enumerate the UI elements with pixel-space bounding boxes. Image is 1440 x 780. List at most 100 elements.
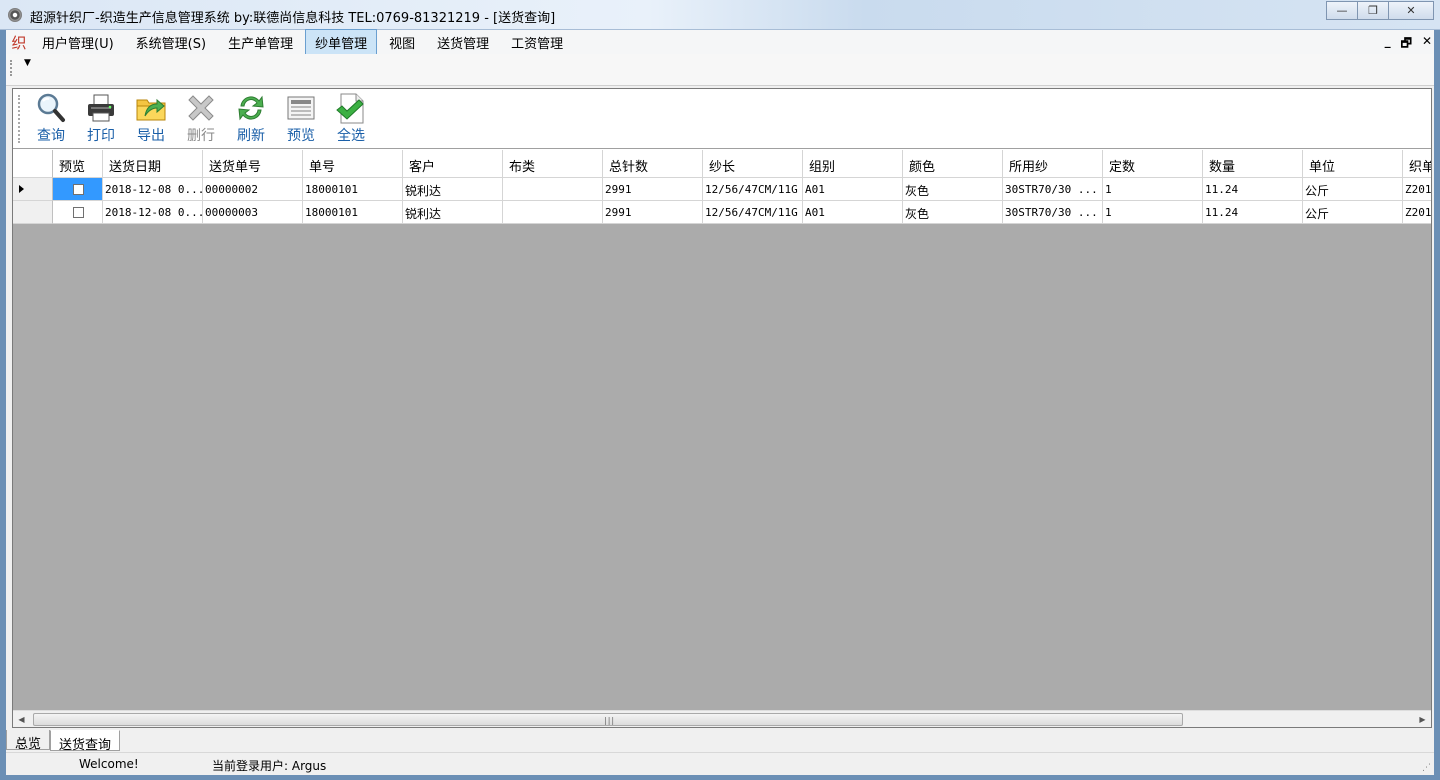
preview-checkbox-cell[interactable] bbox=[53, 201, 103, 224]
tab-overview[interactable]: 总览 bbox=[6, 730, 51, 752]
column-header[interactable]: 预览 bbox=[53, 150, 103, 178]
delivery-grid: 预览 送货日期 送货单号 单号 客户 布类 总针数 纱长 组别 颜色 所用纱 定… bbox=[13, 150, 1431, 710]
cell-quantity[interactable]: 11.24 bbox=[1203, 201, 1303, 224]
mdi-close-button[interactable]: ✕ bbox=[1422, 34, 1432, 55]
strip-grip[interactable] bbox=[10, 60, 12, 76]
column-header[interactable]: 客户 bbox=[403, 150, 503, 178]
cell-needles[interactable]: 2991 bbox=[603, 178, 703, 201]
preview-checkbox[interactable] bbox=[73, 184, 84, 195]
close-button[interactable]: ✕ bbox=[1388, 1, 1434, 20]
cell-date[interactable]: 2018-12-08 0... bbox=[103, 178, 203, 201]
cell-color[interactable]: 灰色 bbox=[903, 201, 1003, 224]
menu-production-order[interactable]: 生产单管理 bbox=[218, 29, 303, 56]
refresh-icon bbox=[235, 92, 267, 124]
column-header[interactable]: 所用纱 bbox=[1003, 150, 1103, 178]
scroll-left-arrow-icon[interactable]: ◀ bbox=[13, 711, 30, 728]
preview-label: 预览 bbox=[287, 128, 315, 144]
title-bar: 超源针织厂-织造生产信息管理系统 by:联德尚信息科技 TEL:0769-813… bbox=[0, 0, 1440, 30]
export-folder-icon bbox=[135, 92, 167, 124]
table-row[interactable]: 2018-12-08 0... 00000003 18000101 锐利达 29… bbox=[13, 201, 1431, 224]
cell-unit[interactable]: 公斤 bbox=[1303, 178, 1403, 201]
menu-yarn-order[interactable]: 纱单管理 bbox=[305, 28, 378, 56]
column-header[interactable]: 颜色 bbox=[903, 150, 1003, 178]
delete-x-icon bbox=[185, 92, 217, 124]
cell-delivery-no[interactable]: 00000003 bbox=[203, 201, 303, 224]
app-gear-icon bbox=[8, 8, 22, 22]
query-button[interactable]: 查询 bbox=[28, 92, 74, 146]
column-header[interactable]: 数量 bbox=[1203, 150, 1303, 178]
column-header[interactable]: 送货单号 bbox=[203, 150, 303, 178]
export-button[interactable]: 导出 bbox=[128, 92, 174, 146]
cell-fabric[interactable] bbox=[503, 201, 603, 224]
cell-weave-order[interactable]: Z201 bbox=[1403, 178, 1431, 201]
menu-wage-management[interactable]: 工资管理 bbox=[501, 29, 573, 56]
horizontal-scrollbar[interactable]: ◀ ||| ▶ bbox=[13, 710, 1431, 727]
cell-yarn[interactable]: 30STR70/30 ... bbox=[1003, 201, 1103, 224]
cell-customer[interactable]: 锐利达 bbox=[403, 178, 503, 201]
grid-header: 预览 送货日期 送货单号 单号 客户 布类 总针数 纱长 组别 颜色 所用纱 定… bbox=[13, 150, 1431, 178]
cell-needles[interactable]: 2991 bbox=[603, 201, 703, 224]
column-header[interactable]: 送货日期 bbox=[103, 150, 203, 178]
cell-group[interactable]: A01 bbox=[803, 201, 903, 224]
cell-delivery-no[interactable]: 00000002 bbox=[203, 178, 303, 201]
cell-date[interactable]: 2018-12-08 0... bbox=[103, 201, 203, 224]
row-header[interactable] bbox=[13, 201, 53, 224]
scrollbar-thumb[interactable]: ||| bbox=[33, 713, 1183, 726]
preview-button[interactable]: 预览 bbox=[278, 92, 324, 146]
menu-delivery-management[interactable]: 送货管理 bbox=[427, 29, 499, 56]
column-header[interactable]: 单号 bbox=[303, 150, 403, 178]
column-header[interactable]: 布类 bbox=[503, 150, 603, 178]
select-all-label: 全选 bbox=[337, 128, 365, 144]
refresh-button[interactable]: 刷新 bbox=[228, 92, 274, 146]
column-header[interactable]: 组别 bbox=[803, 150, 903, 178]
cell-unit[interactable]: 公斤 bbox=[1303, 201, 1403, 224]
menu-user-management[interactable]: 用户管理(U) bbox=[32, 29, 124, 56]
column-header[interactable]: 单位 bbox=[1303, 150, 1403, 178]
cell-order-no[interactable]: 18000101 bbox=[303, 201, 403, 224]
mdi-minimize-button[interactable]: _ bbox=[1385, 34, 1391, 55]
scroll-right-arrow-icon[interactable]: ▶ bbox=[1414, 711, 1431, 728]
cell-yarn[interactable]: 30STR70/30 ... bbox=[1003, 178, 1103, 201]
preview-checkbox-cell[interactable] bbox=[53, 178, 103, 201]
window-title: 超源针织厂-织造生产信息管理系统 by:联德尚信息科技 TEL:0769-813… bbox=[30, 11, 556, 26]
menu-system-management[interactable]: 系统管理(S) bbox=[126, 29, 216, 56]
preview-icon bbox=[285, 92, 317, 124]
cell-color[interactable]: 灰色 bbox=[903, 178, 1003, 201]
column-header[interactable]: 总针数 bbox=[603, 150, 703, 178]
column-header[interactable]: 纱长 bbox=[703, 150, 803, 178]
toolbar-grip[interactable] bbox=[18, 95, 21, 143]
resize-grip-icon[interactable]: ⋰ bbox=[1422, 763, 1431, 773]
delete-row-button[interactable]: 删行 bbox=[178, 92, 224, 146]
select-all-button[interactable]: 全选 bbox=[328, 92, 374, 146]
row-header[interactable] bbox=[13, 178, 53, 201]
table-row[interactable]: 2018-12-08 0... 00000002 18000101 锐利达 29… bbox=[13, 178, 1431, 201]
minimize-button[interactable]: — bbox=[1326, 1, 1358, 20]
mdi-restore-button[interactable]: 🗗 bbox=[1401, 34, 1412, 55]
cell-quantity[interactable]: 11.24 bbox=[1203, 178, 1303, 201]
menu-view[interactable]: 视图 bbox=[379, 29, 425, 56]
dropdown-arrow-icon[interactable]: ▼ bbox=[24, 58, 31, 68]
tab-delivery-query[interactable]: 送货查询 bbox=[50, 730, 121, 753]
toolbar: 查询 打印 导出 删行 刷新 预览 全选 bbox=[13, 89, 1431, 149]
tool-strip: ▼ bbox=[6, 54, 1434, 86]
print-button[interactable]: 打印 bbox=[78, 92, 124, 146]
cell-weave-order[interactable]: Z201 bbox=[1403, 201, 1431, 224]
cell-fixed[interactable]: 1 bbox=[1103, 201, 1203, 224]
column-header[interactable]: 织单 bbox=[1403, 150, 1431, 178]
cell-customer[interactable]: 锐利达 bbox=[403, 201, 503, 224]
cell-group[interactable]: A01 bbox=[803, 178, 903, 201]
query-label: 查询 bbox=[37, 128, 65, 144]
cell-fixed[interactable]: 1 bbox=[1103, 178, 1203, 201]
maximize-button[interactable]: ❐ bbox=[1357, 1, 1389, 20]
column-header[interactable]: 定数 bbox=[1103, 150, 1203, 178]
cell-fabric[interactable] bbox=[503, 178, 603, 201]
menu-bar: 织 用户管理(U) 系统管理(S) 生产单管理 纱单管理 视图 送货管理 工资管… bbox=[6, 28, 1434, 56]
app-logo-icon: 织 bbox=[11, 33, 27, 52]
cell-order-no[interactable]: 18000101 bbox=[303, 178, 403, 201]
refresh-label: 刷新 bbox=[237, 128, 265, 144]
delete-row-label: 删行 bbox=[187, 128, 215, 144]
preview-checkbox[interactable] bbox=[73, 207, 84, 218]
delivery-query-panel: 查询 打印 导出 删行 刷新 预览 全选 预览 送货日期 送货单号 单号 客户 … bbox=[12, 88, 1432, 728]
cell-yarn-length[interactable]: 12/56/47CM/11G bbox=[703, 178, 803, 201]
cell-yarn-length[interactable]: 12/56/47CM/11G bbox=[703, 201, 803, 224]
